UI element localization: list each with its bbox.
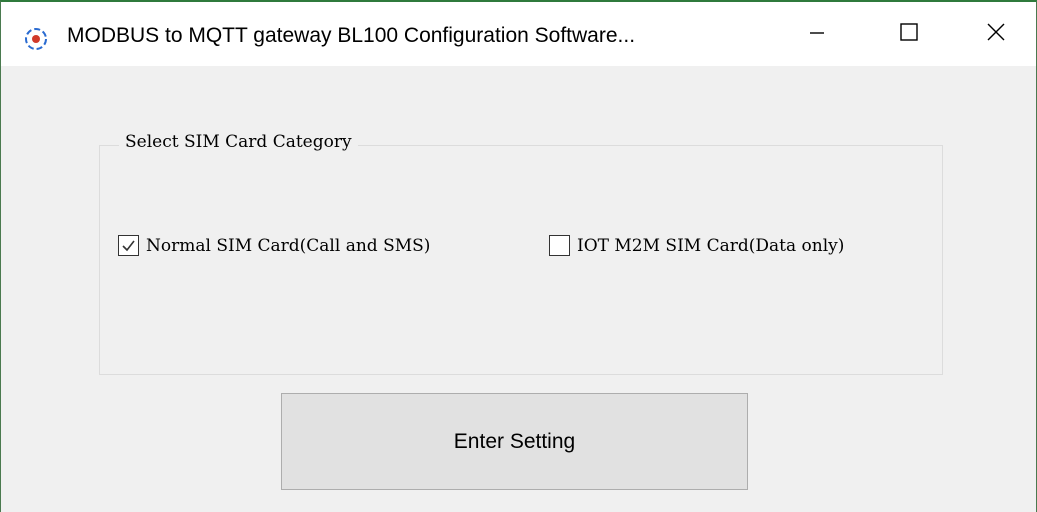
groupbox-legend: Select SIM Card Category bbox=[119, 132, 358, 152]
enter-setting-button[interactable]: Enter Setting bbox=[281, 393, 748, 490]
window-title: MODBUS to MQTT gateway BL100 Configurati… bbox=[67, 24, 636, 47]
iot-m2m-sim-checkbox[interactable] bbox=[549, 235, 570, 256]
checkmark-icon bbox=[122, 240, 135, 252]
app-logo-icon bbox=[23, 26, 49, 52]
iot-m2m-sim-label[interactable]: IOT M2M SIM Card(Data only) bbox=[577, 236, 844, 256]
close-icon bbox=[986, 22, 1006, 47]
normal-sim-option[interactable]: Normal SIM Card(Call and SMS) bbox=[118, 235, 430, 256]
normal-sim-checkbox[interactable] bbox=[118, 235, 139, 256]
maximize-button[interactable] bbox=[863, 2, 955, 66]
close-button[interactable] bbox=[955, 2, 1036, 66]
normal-sim-label[interactable]: Normal SIM Card(Call and SMS) bbox=[146, 236, 430, 256]
maximize-icon bbox=[899, 22, 919, 47]
app-window: MODBUS to MQTT gateway BL100 Configurati… bbox=[0, 0, 1037, 512]
sim-category-groupbox bbox=[99, 145, 943, 375]
title-bar[interactable]: MODBUS to MQTT gateway BL100 Configurati… bbox=[1, 2, 1036, 66]
iot-m2m-sim-option[interactable]: IOT M2M SIM Card(Data only) bbox=[549, 235, 844, 256]
minimize-button[interactable] bbox=[771, 2, 863, 66]
minimize-icon bbox=[808, 23, 826, 46]
